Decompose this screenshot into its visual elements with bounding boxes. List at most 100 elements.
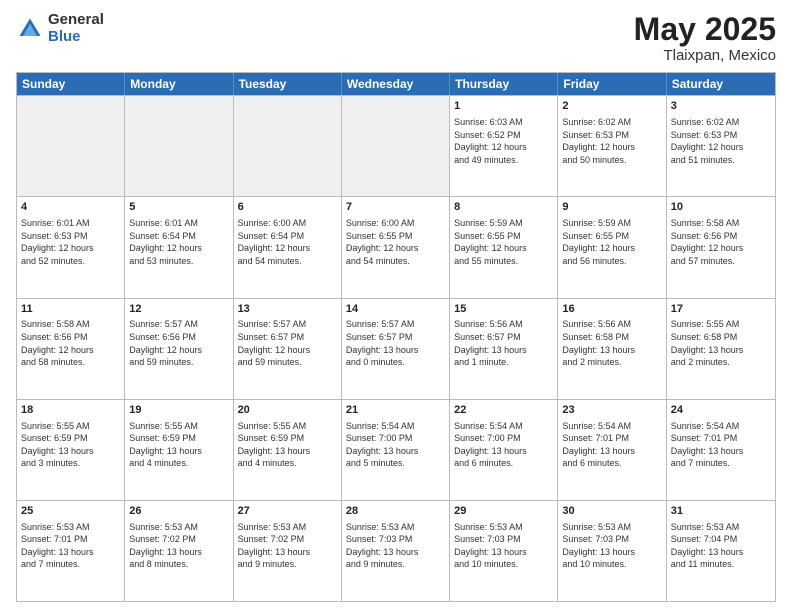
day-info: Sunrise: 5:54 AM Sunset: 7:00 PM Dayligh… [346, 420, 445, 470]
day-cell-29: 29Sunrise: 5:53 AM Sunset: 7:03 PM Dayli… [450, 501, 558, 601]
day-number: 21 [346, 403, 445, 418]
day-number: 7 [346, 200, 445, 215]
day-info: Sunrise: 5:54 AM Sunset: 7:01 PM Dayligh… [671, 420, 771, 470]
day-cell-3: 3 Sunrise: 6:02 AM Sunset: 6:53 PM Daylig… [667, 96, 775, 196]
empty-cell [17, 96, 125, 196]
day-cell-4: 4Sunrise: 6:01 AM Sunset: 6:53 PM Daylig… [17, 197, 125, 297]
week-row-5: 25 Sunrise: 5:53 AM Sunset: 7:01 PM Dayli… [17, 500, 775, 601]
day-info: Sunrise: 5:53 AM Sunset: 7:02 PM Dayligh… [129, 521, 228, 571]
day-info: Sunrise: 5:53 AM Sunset: 7:03 PM Dayligh… [454, 521, 553, 571]
day-cell-11: 11Sunrise: 5:58 AM Sunset: 6:56 PM Dayli… [17, 299, 125, 399]
day-number: 6 [238, 200, 337, 215]
day-info: Sunrise: 5:58 AM Sunset: 6:56 PM Dayligh… [671, 217, 771, 267]
day-cell-18: 18Sunrise: 5:55 AM Sunset: 6:59 PM Dayli… [17, 400, 125, 500]
week-row-4: 18 Sunrise: 5:55 AM Sunset: 6:59 PM Dayli… [17, 399, 775, 500]
day-info: Sunrise: 5:56 AM Sunset: 6:57 PM Dayligh… [454, 318, 553, 368]
day-info: Sunrise: 6:02 AM Sunset: 6:53 PM Dayligh… [671, 116, 771, 166]
day-info: Sunrise: 5:55 AM Sunset: 6:59 PM Dayligh… [238, 420, 337, 470]
day-info: Sunrise: 5:59 AM Sunset: 6:55 PM Dayligh… [454, 217, 553, 267]
day-number: 8 [454, 200, 553, 215]
day-cell-21: 21 Sunrise: 5:54 AM Sunset: 7:00 PM Dayli… [342, 400, 450, 500]
day-cell-24: 24 Sunrise: 5:54 AM Sunset: 7:01 PM Dayli… [667, 400, 775, 500]
week-row-1: 1 Sunrise: 6:03 AM Sunset: 6:52 PM Daylig… [17, 95, 775, 196]
day-info: Sunrise: 6:02 AM Sunset: 6:53 PM Dayligh… [562, 116, 661, 166]
day-number: 23 [562, 403, 661, 418]
day-number: 16 [562, 302, 661, 317]
day-cell-26: 26 Sunrise: 5:53 AM Sunset: 7:02 PM Dayli… [125, 501, 233, 601]
day-info: Sunrise: 5:53 AM Sunset: 7:01 PM Dayligh… [21, 521, 120, 571]
day-cell-8: 8 Sunrise: 5:59 AM Sunset: 6:55 PM Daylig… [450, 197, 558, 297]
day-number: 3 [671, 99, 771, 114]
page: General Blue May 2025 Tlaixpan, Mexico S… [0, 0, 792, 612]
day-cell-14: 14Sunrise: 5:57 AM Sunset: 6:57 PM Dayli… [342, 299, 450, 399]
day-info: Sunrise: 5:53 AM Sunset: 7:03 PM Dayligh… [562, 521, 661, 571]
day-number: 31 [671, 504, 771, 519]
day-number: 5 [129, 200, 228, 215]
day-number: 24 [671, 403, 771, 418]
header-day-friday: Friday [558, 73, 666, 95]
day-number: 22 [454, 403, 553, 418]
day-number: 28 [346, 504, 445, 519]
day-cell-1: 1 Sunrise: 6:03 AM Sunset: 6:52 PM Daylig… [450, 96, 558, 196]
day-cell-7: 7 Sunrise: 6:00 AM Sunset: 6:55 PM Daylig… [342, 197, 450, 297]
header-day-saturday: Saturday [667, 73, 775, 95]
day-cell-13: 13Sunrise: 5:57 AM Sunset: 6:57 PM Dayli… [234, 299, 342, 399]
logo-text: General Blue [48, 12, 104, 45]
day-number: 12 [129, 302, 228, 317]
day-number: 17 [671, 302, 771, 317]
day-number: 25 [21, 504, 120, 519]
day-cell-2: 2 Sunrise: 6:02 AM Sunset: 6:53 PM Daylig… [558, 96, 666, 196]
day-info: Sunrise: 5:57 AM Sunset: 6:57 PM Dayligh… [346, 318, 445, 368]
day-cell-10: 10Sunrise: 5:58 AM Sunset: 6:56 PM Dayli… [667, 197, 775, 297]
day-cell-16: 16Sunrise: 5:56 AM Sunset: 6:58 PM Dayli… [558, 299, 666, 399]
day-number: 30 [562, 504, 661, 519]
day-number: 11 [21, 302, 120, 317]
empty-cell [342, 96, 450, 196]
day-number: 20 [238, 403, 337, 418]
day-cell-12: 12Sunrise: 5:57 AM Sunset: 6:56 PM Dayli… [125, 299, 233, 399]
header: General Blue May 2025 Tlaixpan, Mexico [16, 12, 776, 64]
day-number: 2 [562, 99, 661, 114]
day-number: 26 [129, 504, 228, 519]
day-info: Sunrise: 6:03 AM Sunset: 6:52 PM Dayligh… [454, 116, 553, 166]
calendar-header-row: SundayMondayTuesdayWednesdayThursdayFrid… [17, 73, 775, 95]
header-day-monday: Monday [125, 73, 233, 95]
day-cell-27: 27Sunrise: 5:53 AM Sunset: 7:02 PM Dayli… [234, 501, 342, 601]
logo-blue-text: Blue [48, 29, 104, 46]
day-cell-28: 28 Sunrise: 5:53 AM Sunset: 7:03 PM Dayli… [342, 501, 450, 601]
logo-general-text: General [48, 12, 104, 29]
day-info: Sunrise: 5:56 AM Sunset: 6:58 PM Dayligh… [562, 318, 661, 368]
day-cell-20: 20 Sunrise: 5:55 AM Sunset: 6:59 PM Dayli… [234, 400, 342, 500]
day-number: 14 [346, 302, 445, 317]
day-info: Sunrise: 5:55 AM Sunset: 6:58 PM Dayligh… [671, 318, 771, 368]
calendar-body: 1 Sunrise: 6:03 AM Sunset: 6:52 PM Daylig… [17, 95, 775, 601]
day-info: Sunrise: 6:00 AM Sunset: 6:55 PM Dayligh… [346, 217, 445, 267]
day-number: 1 [454, 99, 553, 114]
day-info: Sunrise: 5:58 AM Sunset: 6:56 PM Dayligh… [21, 318, 120, 368]
calendar: SundayMondayTuesdayWednesdayThursdayFrid… [16, 72, 776, 602]
day-cell-31: 31Sunrise: 5:53 AM Sunset: 7:04 PM Dayli… [667, 501, 775, 601]
day-info: Sunrise: 5:53 AM Sunset: 7:03 PM Dayligh… [346, 521, 445, 571]
logo-icon [16, 15, 44, 43]
logo: General Blue [16, 12, 104, 45]
day-number: 9 [562, 200, 661, 215]
day-number: 18 [21, 403, 120, 418]
day-cell-15: 15Sunrise: 5:56 AM Sunset: 6:57 PM Dayli… [450, 299, 558, 399]
day-cell-22: 22Sunrise: 5:54 AM Sunset: 7:00 PM Dayli… [450, 400, 558, 500]
header-day-tuesday: Tuesday [234, 73, 342, 95]
day-cell-19: 19Sunrise: 5:55 AM Sunset: 6:59 PM Dayli… [125, 400, 233, 500]
day-info: Sunrise: 5:57 AM Sunset: 6:56 PM Dayligh… [129, 318, 228, 368]
header-day-sunday: Sunday [17, 73, 125, 95]
calendar-location: Tlaixpan, Mexico [634, 47, 776, 64]
day-cell-9: 9Sunrise: 5:59 AM Sunset: 6:55 PM Daylig… [558, 197, 666, 297]
week-row-3: 11Sunrise: 5:58 AM Sunset: 6:56 PM Dayli… [17, 298, 775, 399]
day-cell-6: 6 Sunrise: 6:00 AM Sunset: 6:54 PM Daylig… [234, 197, 342, 297]
week-row-2: 4Sunrise: 6:01 AM Sunset: 6:53 PM Daylig… [17, 196, 775, 297]
day-info: Sunrise: 6:00 AM Sunset: 6:54 PM Dayligh… [238, 217, 337, 267]
day-cell-17: 17Sunrise: 5:55 AM Sunset: 6:58 PM Dayli… [667, 299, 775, 399]
day-info: Sunrise: 5:54 AM Sunset: 7:01 PM Dayligh… [562, 420, 661, 470]
day-info: Sunrise: 6:01 AM Sunset: 6:54 PM Dayligh… [129, 217, 228, 267]
title-block: May 2025 Tlaixpan, Mexico [634, 12, 776, 64]
header-day-wednesday: Wednesday [342, 73, 450, 95]
day-info: Sunrise: 5:57 AM Sunset: 6:57 PM Dayligh… [238, 318, 337, 368]
